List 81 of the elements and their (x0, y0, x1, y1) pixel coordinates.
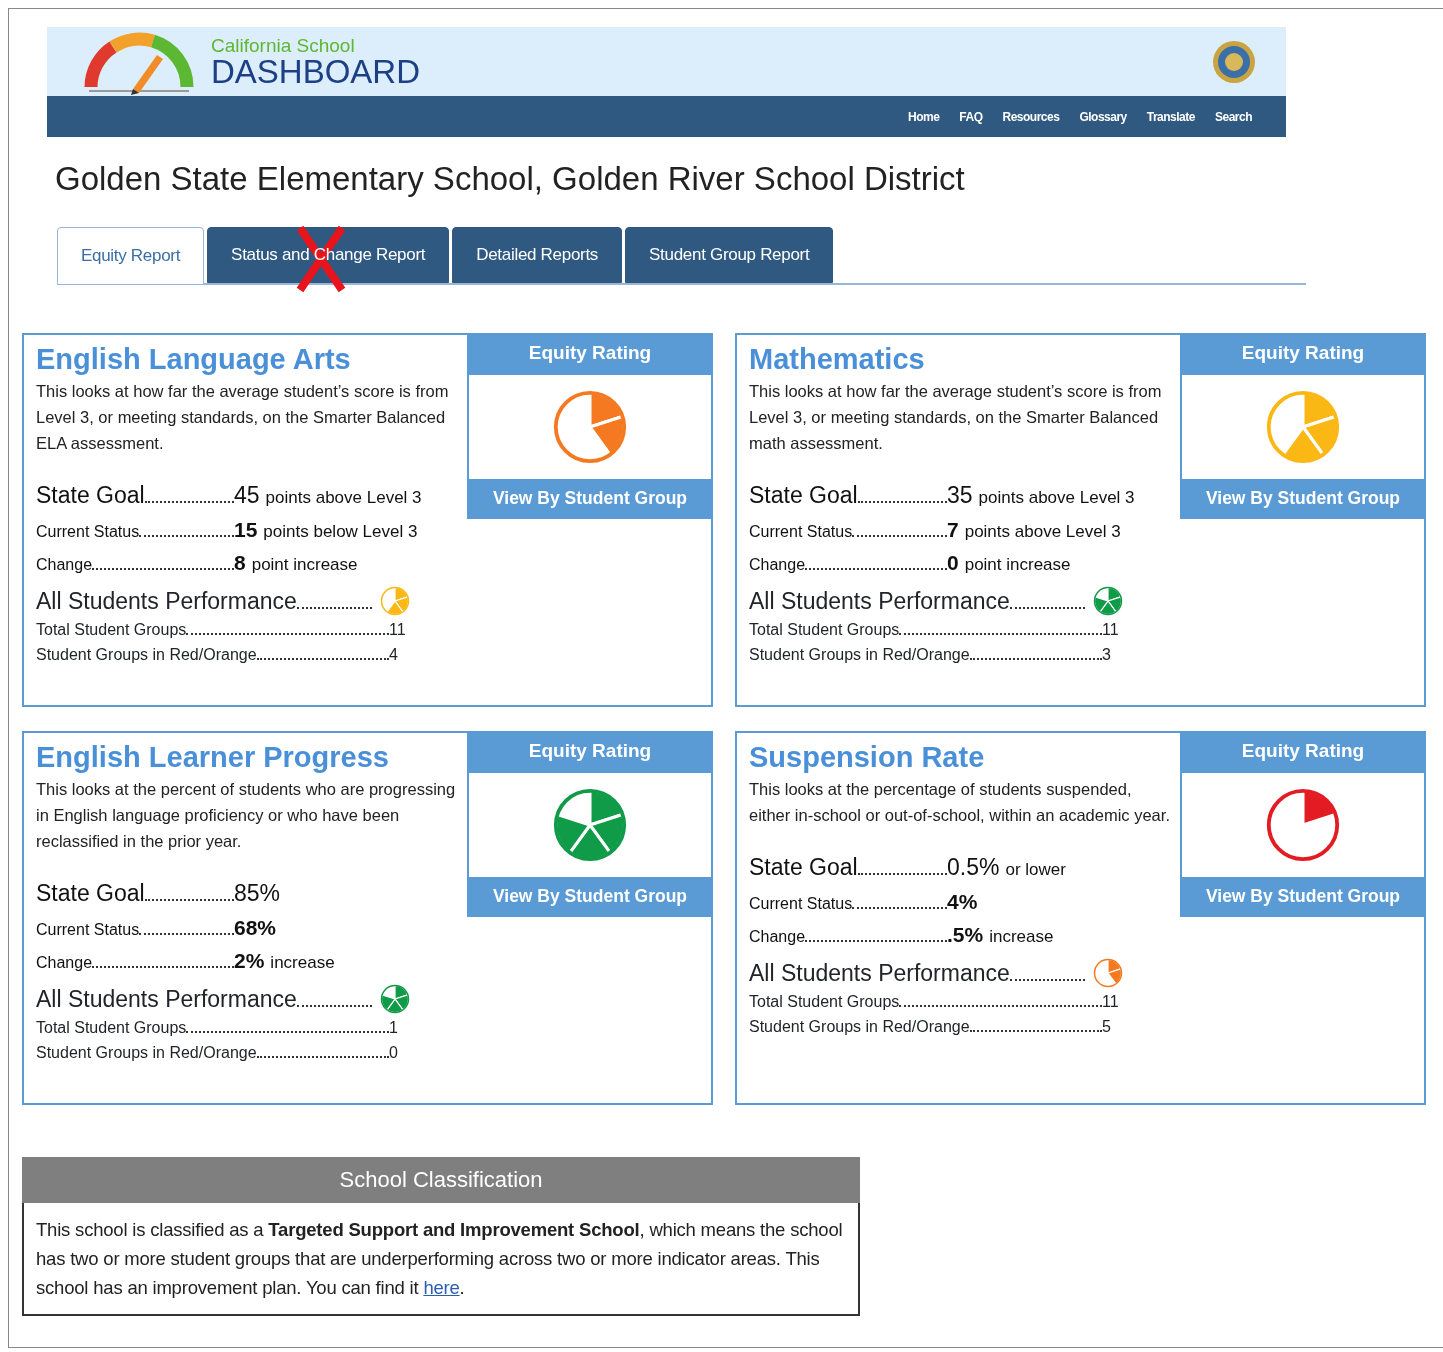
count-value: 11 (1102, 619, 1119, 640)
nav-link[interactable]: Glossary (1079, 107, 1127, 126)
count-value: 11 (1102, 991, 1119, 1012)
card-title: English Language Arts (36, 342, 352, 376)
count-label: Student Groups in Red/Orange (749, 1016, 970, 1037)
performance-label: All Students Performance (749, 958, 1010, 988)
stat-unit: points above Level 3 (964, 520, 1121, 543)
performance-label: All Students Performance (36, 586, 297, 616)
count-value: 11 (389, 619, 406, 640)
stat-value: 7 (947, 516, 959, 543)
stat-label: Change (36, 554, 93, 575)
stat-value: 8 (234, 549, 246, 576)
card-title: English Learner Progress (36, 740, 390, 774)
stat-label: Current Status (749, 893, 853, 914)
stat-label: State Goal (749, 852, 858, 882)
nav-link[interactable]: Resources (1002, 107, 1060, 126)
stat-value: 0 (947, 549, 959, 576)
stat-value: .5% (947, 921, 984, 948)
tab[interactable]: Detailed Reports (452, 226, 623, 283)
stat-label: Change (749, 926, 806, 947)
stat-value: 0.5% (947, 852, 1000, 882)
stat-unit: point increase (251, 553, 358, 576)
nav-link[interactable]: FAQ (959, 107, 983, 126)
count-value: 4 (389, 644, 398, 665)
tab[interactable]: Equity Report (57, 226, 205, 285)
here-link[interactable]: here (423, 1276, 460, 1298)
classification-text: This school is classified as a Targeted Support and Improvement School, which means the school has two or more student groups that are underperforming across two or more indicator areas. This school has an improvement plan. You can find it here. (35, 1217, 844, 1300)
stat-value: 85% (234, 878, 281, 908)
count-label: Student Groups in Red/Orange (36, 644, 257, 665)
performance-label: All Students Performance (36, 984, 297, 1014)
count-label: Total Student Groups (36, 619, 187, 640)
card-title: Mathematics (749, 342, 926, 376)
stat-unit: points below Level 3 (263, 520, 418, 543)
stat-label: Current Status (36, 521, 140, 542)
stat-label: Change (36, 952, 93, 973)
stat-label: Change (749, 554, 806, 575)
stat-value: 15 (234, 516, 258, 543)
panel-heading: School Classification (22, 1156, 860, 1203)
stat-unit: point increase (964, 553, 1071, 576)
equity-heading: Equity Rating (467, 332, 713, 375)
stat-value: 4% (947, 888, 978, 915)
seal-icon (1212, 39, 1256, 84)
tab[interactable]: Student Group Report (625, 226, 834, 283)
stat-label: Current Status (36, 919, 140, 940)
card-description: This looks at the percentage of students suspended, either in-school or out-of-school, within an academic year. (749, 778, 1171, 826)
card-description: This looks at how far the average student’s score is from Level 3, or meeting standards, on the Smarter Balanced math assessment. (749, 380, 1163, 454)
nav-link[interactable]: Search (1214, 107, 1252, 126)
stat-label: State Goal (749, 480, 858, 510)
count-label: Total Student Groups (749, 991, 900, 1012)
count-label: Total Student Groups (36, 1017, 187, 1038)
stat-value: 35 (947, 480, 973, 510)
count-label: Total Student Groups (749, 619, 900, 640)
nav-link[interactable]: Home (908, 107, 940, 126)
stat-unit: increase (270, 951, 335, 974)
stat-value: 2% (234, 947, 265, 974)
card-description: This looks at how far the average student’s score is from Level 3, or meeting standards, on the Smarter Balanced ELA assessment. (36, 380, 450, 454)
nav-link[interactable]: Translate (1146, 107, 1195, 126)
stat-label: State Goal (36, 480, 145, 510)
count-label: Student Groups in Red/Orange (749, 644, 970, 665)
equity-heading: Equity Rating (1180, 730, 1426, 773)
card-title: Suspension Rate (749, 740, 986, 774)
stat-unit: points above Level 3 (265, 486, 422, 509)
logo-title: DASHBOARD (211, 54, 421, 88)
stat-value: 68% (234, 914, 277, 941)
logo-subtitle: California School (211, 35, 356, 55)
stat-value: 45 (234, 480, 260, 510)
stat-label: State Goal (36, 878, 145, 908)
stat-unit: points above Level 3 (978, 486, 1135, 509)
count-value: 0 (389, 1042, 398, 1063)
count-label: Student Groups in Red/Orange (36, 1042, 257, 1063)
equity-heading: Equity Rating (1180, 332, 1426, 375)
stat-unit: increase (989, 925, 1054, 948)
stat-label: Current Status (749, 521, 853, 542)
count-value: 3 (1102, 644, 1111, 665)
performance-label: All Students Performance (749, 586, 1010, 616)
stat-unit: or lower (1005, 858, 1066, 881)
card-description: This looks at the percent of students who are progressing in English language proficiency or who have been reclassified in the prior year. (36, 778, 457, 852)
count-value: 5 (1102, 1016, 1111, 1037)
count-value: 1 (389, 1017, 398, 1038)
equity-heading: Equity Rating (467, 730, 713, 773)
page-title: Golden State Elementary School, Golden River School District (55, 159, 966, 199)
